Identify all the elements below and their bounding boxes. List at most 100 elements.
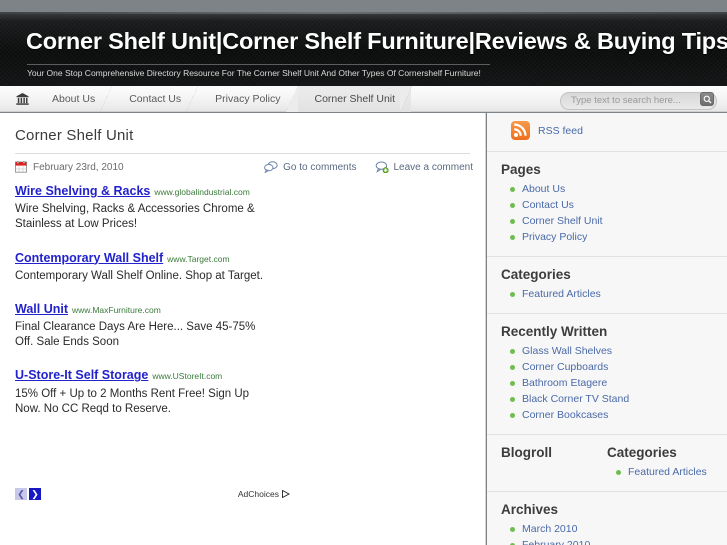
sidebar-item-privacy-policy[interactable]: Privacy Policy xyxy=(501,229,713,245)
sidebar-item-label: Featured Articles xyxy=(628,466,707,478)
post-date: February 23rd, 2010 xyxy=(15,161,124,173)
ad-url: www.UStoreIt.com xyxy=(152,371,223,382)
adchoices-label: AdChoices xyxy=(237,489,279,499)
widget-title-recently-written: Recently Written xyxy=(501,324,608,339)
nav-home-button[interactable] xyxy=(8,86,36,112)
sidebar-item-about-us[interactable]: About Us xyxy=(501,181,713,197)
add-comment-icon xyxy=(375,161,389,173)
categories-list: Featured Articles xyxy=(501,286,713,302)
nav-item-label: Corner Shelf Unit xyxy=(314,93,396,105)
ad-next-button[interactable]: ❯ xyxy=(29,488,41,500)
bullet-icon xyxy=(510,348,515,354)
sidebar-item-label: Corner Bookcases xyxy=(522,409,609,421)
sidebar-item-featured-articles[interactable]: Featured Articles xyxy=(501,286,713,302)
widget-recently-written: Recently Written Glass Wall Shelves Corn… xyxy=(487,314,727,435)
ad-description: Contemporary Wall Shelf Online. Shop at … xyxy=(15,269,264,282)
bullet-icon xyxy=(510,396,515,402)
search-icon xyxy=(703,95,712,104)
widget-categories: Categories Featured Articles xyxy=(487,257,727,314)
bullet-icon xyxy=(616,469,621,475)
bullet-icon xyxy=(510,364,515,370)
ad-unit: Wire Shelving & Racks www.globalindustria… xyxy=(15,181,315,432)
leave-a-comment-label: Leave a comment xyxy=(393,161,474,173)
bullet-icon xyxy=(510,218,515,224)
search-button[interactable] xyxy=(700,92,714,106)
site-tagline: Your One Stop Comprehensive Directory Re… xyxy=(27,64,490,78)
bullet-icon xyxy=(510,291,515,297)
sidebar-item-label: Black Corner TV Stand xyxy=(522,393,630,405)
widget-title-blogroll: Blogroll xyxy=(501,445,552,460)
ad-headline: Wall Unit www.MaxFurniture.com xyxy=(15,299,315,318)
widget-archives: Archives March 2010 February 2010 xyxy=(487,492,727,545)
post-date-label: February 23rd, 2010 xyxy=(33,161,124,173)
bullet-icon xyxy=(510,526,515,532)
ad-title-link[interactable]: Wall Unit xyxy=(15,302,68,316)
nav-item-contact-us[interactable]: Contact Us xyxy=(111,86,199,112)
sidebar-item-march-2010[interactable]: March 2010 xyxy=(501,521,713,537)
sidebar-item-corner-cupboards[interactable]: Corner Cupboards xyxy=(501,359,713,375)
ad-description: Wire Shelving, Racks & Accessories Chrom… xyxy=(15,203,255,231)
sidebar-item-contact-us[interactable]: Contact Us xyxy=(501,197,713,213)
ad-url: www.Target.com xyxy=(167,253,230,264)
calendar-icon xyxy=(15,161,27,173)
ad-item: Wall Unit www.MaxFurniture.com Final Clea… xyxy=(15,299,315,351)
rss-feed-link[interactable]: RSS feed xyxy=(501,121,713,140)
widget-title-archives: Archives xyxy=(501,502,559,517)
sidebar-item-label: About Us xyxy=(522,183,566,195)
go-to-comments-link[interactable]: Go to comments xyxy=(264,161,357,173)
ad-title-link[interactable]: U-Store-It Self Storage xyxy=(15,368,148,382)
nav-item-privacy-policy[interactable]: Privacy Policy xyxy=(197,86,298,112)
site-title: Corner Shelf Unit|Corner Shelf Furniture… xyxy=(26,28,727,54)
sidebar-item-bathroom-etagere[interactable]: Bathroom Etagere xyxy=(501,375,713,391)
sidebar-item-corner-shelf-unit[interactable]: Corner Shelf Unit xyxy=(501,213,713,229)
ad-item: U-Store-It Self Storage www.UStoreIt.com … xyxy=(15,365,315,417)
sidebar-item-corner-bookcases[interactable]: Corner Bookcases xyxy=(501,407,713,423)
main-navigation: About Us Contact Us Privacy Policy Corne… xyxy=(0,86,727,112)
ad-url: www.MaxFurniture.com xyxy=(72,304,161,315)
ad-headline: U-Store-It Self Storage www.UStoreIt.com xyxy=(15,365,315,384)
sidebar-item-featured-articles-2[interactable]: Featured Articles xyxy=(607,464,713,480)
sidebar-item-label: Glass Wall Shelves xyxy=(522,345,613,357)
ad-item: Contemporary Wall Shelf www.Target.com Co… xyxy=(15,248,315,284)
adchoices-link[interactable]: AdChoices xyxy=(238,489,290,499)
sidebar-item-label: Privacy Policy xyxy=(522,231,588,243)
widget-blogroll: Blogroll xyxy=(501,445,607,480)
sidebar: RSS feed Pages About Us Contact Us Corne… xyxy=(487,113,727,545)
ad-title-link[interactable]: Contemporary Wall Shelf xyxy=(15,251,163,265)
ad-prev-button[interactable]: ❮ xyxy=(15,488,27,500)
widget-pages: Pages About Us Contact Us Corner Shelf U… xyxy=(487,152,727,257)
bullet-icon xyxy=(510,234,515,240)
sidebar-item-label: Contact Us xyxy=(522,199,574,211)
sidebar-item-february-2010[interactable]: February 2010 xyxy=(501,537,713,545)
sidebar-item-label: March 2010 xyxy=(522,523,578,535)
leave-a-comment-link[interactable]: Leave a comment xyxy=(375,161,474,173)
archives-list: March 2010 February 2010 xyxy=(501,521,713,545)
nav-item-label: Privacy Policy xyxy=(215,93,281,105)
post-meta-actions: Go to comments Leave a comment xyxy=(264,161,473,173)
ad-title-link[interactable]: Wire Shelving & Racks xyxy=(15,184,150,198)
browser-top-strip xyxy=(0,0,727,12)
nav-item-label: About Us xyxy=(52,93,96,105)
sidebar-item-label: Corner Shelf Unit xyxy=(522,215,603,227)
recently-written-list: Glass Wall Shelves Corner Cupboards Bath… xyxy=(501,343,713,423)
widget-rss: RSS feed xyxy=(487,113,727,152)
sidebar-item-black-corner-tv-stand[interactable]: Black Corner TV Stand xyxy=(501,391,713,407)
go-to-comments-label: Go to comments xyxy=(283,161,357,173)
ad-headline: Wire Shelving & Racks www.globalindustria… xyxy=(15,181,315,200)
main-content: Corner Shelf Unit February 23rd, 2010 Go… xyxy=(0,113,486,545)
nav-item-corner-shelf-unit[interactable]: Corner Shelf Unit xyxy=(285,86,412,112)
sidebar-item-label: Corner Cupboards xyxy=(522,361,609,373)
sidebar-item-label: Featured Articles xyxy=(522,288,601,300)
sidebar-item-label: Bathroom Etagere xyxy=(522,377,608,389)
site-header: Corner Shelf Unit|Corner Shelf Furniture… xyxy=(0,12,727,86)
search-input[interactable] xyxy=(560,91,717,110)
sidebar-item-glass-wall-shelves[interactable]: Glass Wall Shelves xyxy=(501,343,713,359)
pages-list: About Us Contact Us Corner Shelf Unit Pr… xyxy=(501,181,713,245)
search-box xyxy=(560,90,717,110)
nav-item-about-us[interactable]: About Us xyxy=(34,86,113,112)
nav-list: About Us Contact Us Privacy Policy Corne… xyxy=(34,86,412,112)
ad-description: Final Clearance Days Are Here... Save 45… xyxy=(15,321,256,349)
bullet-icon xyxy=(510,412,515,418)
ad-pagination: ❮ ❯ xyxy=(15,488,41,500)
widget-title-categories-2: Categories xyxy=(607,445,677,460)
